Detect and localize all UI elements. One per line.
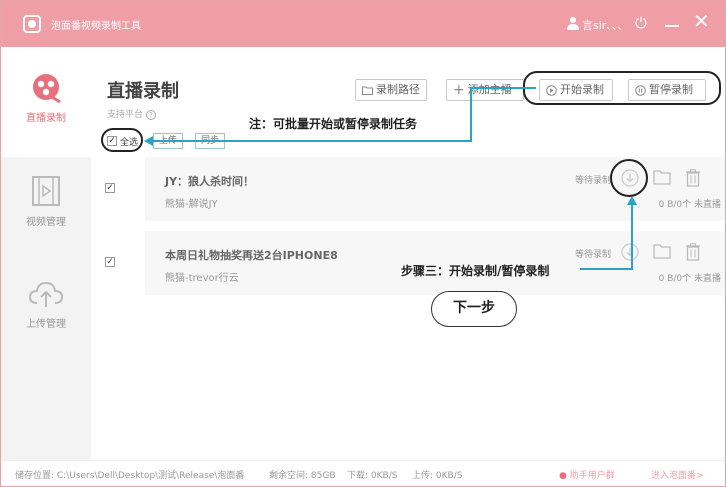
upload-speed: 上传: 0KB/S (412, 471, 463, 481)
annotation-arrows (144, 87, 637, 270)
next-step-button[interactable]: 下一步 (431, 291, 517, 327)
group-icon: ● (559, 471, 567, 481)
annotation-step: 步骤三：开始录制/暂停录制 (401, 264, 550, 278)
annotation-note: 注：可批量开始或暂停录制任务 (249, 117, 418, 131)
free-space: 剩余空间: 85GB (269, 471, 336, 481)
help-group-link[interactable]: ● 助手用户群 (559, 468, 615, 481)
status-bar: 储存位置: C:\Users\Dell\Desktop\测试\Release\泡… (1, 460, 725, 486)
help-group-label: 助手用户群 (569, 471, 615, 481)
enter-site-link[interactable]: 进入泡面番> (651, 468, 704, 481)
app-window: 泡面番视频录制工具 言sir、、、 ⏻ ✕ 直播录制 视频管理 上传管理 直播录… (0, 0, 726, 487)
storage-location: 储存位置: C:\Users\Dell\Desktop\测试\Release\泡… (15, 471, 245, 481)
download-speed: 下载: 0KB/S (347, 471, 398, 481)
